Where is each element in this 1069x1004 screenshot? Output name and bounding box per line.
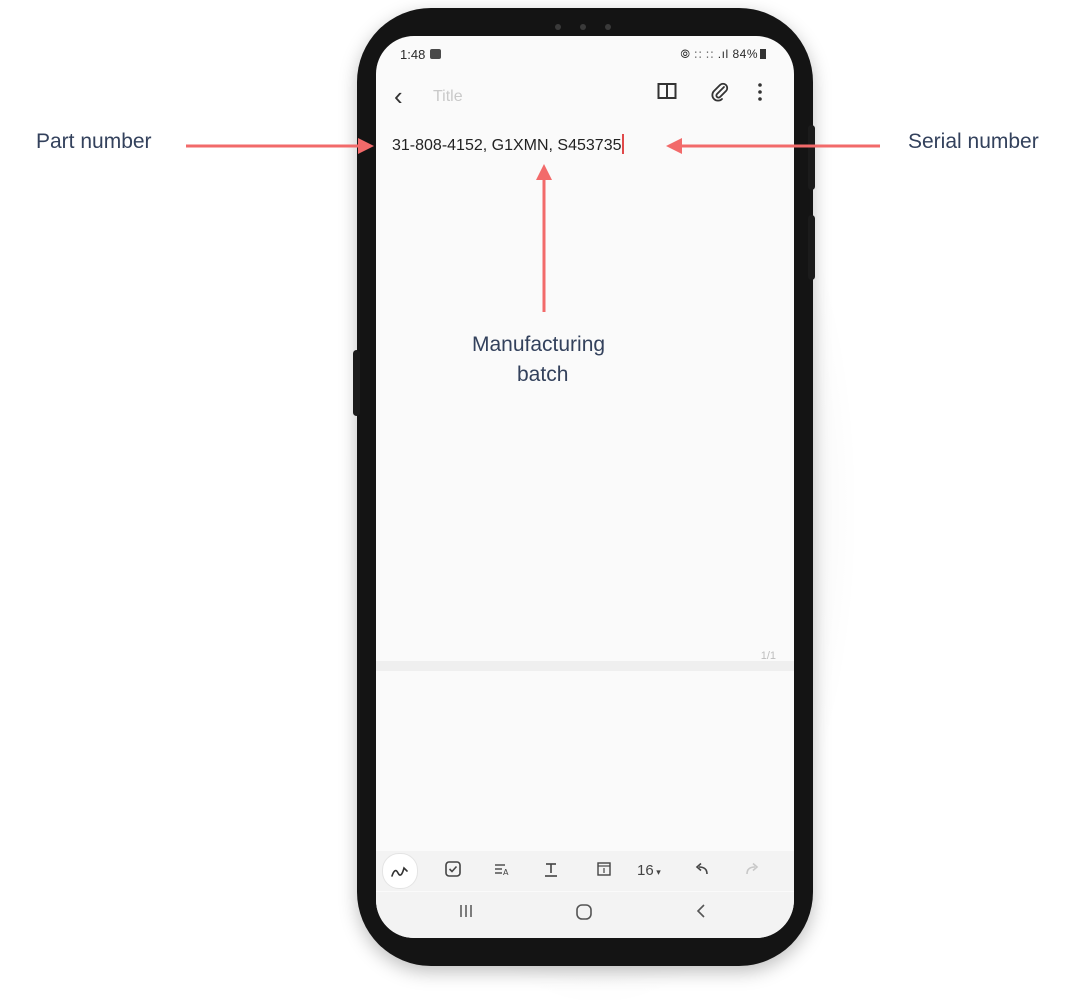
manufacturing-batch-label-line1: Manufacturing xyxy=(472,333,606,356)
notification-icon xyxy=(430,49,441,59)
redo-icon[interactable] xyxy=(743,860,761,881)
camera-dot xyxy=(605,24,611,30)
system-nav-bar xyxy=(376,892,794,938)
text-style-icon[interactable]: A xyxy=(493,860,511,881)
text-format-icon[interactable] xyxy=(542,860,560,881)
pen-button[interactable] xyxy=(382,853,418,889)
page-divider xyxy=(376,661,794,671)
manufacturing-batch-label-line2: batch xyxy=(517,363,569,386)
status-time: 1:48 xyxy=(400,47,426,62)
battery-icon xyxy=(760,49,766,59)
part-number-label: Part number xyxy=(36,130,152,153)
caret-down-icon: ▾ xyxy=(653,867,661,877)
recents-icon[interactable] xyxy=(458,903,474,924)
font-size-dropdown[interactable]: 16 ▾ xyxy=(637,862,661,879)
serial-number-label: Serial number xyxy=(908,130,1039,153)
status-bar: 1:48 ⦾ ∷ ∷ .ıl 84% xyxy=(376,36,794,74)
power-button xyxy=(353,350,360,416)
svg-text:A: A xyxy=(503,868,509,877)
text-box-icon[interactable] xyxy=(595,860,613,881)
volume-up-button xyxy=(808,125,815,190)
more-vertical-icon[interactable] xyxy=(757,82,763,107)
volume-down-button xyxy=(808,215,815,280)
note-body[interactable]: 31-808-4152, G1XMN, S453735 xyxy=(392,134,624,155)
undo-icon[interactable] xyxy=(693,860,711,881)
paperclip-icon[interactable] xyxy=(710,82,730,107)
phone-screen: 1:48 ⦾ ∷ ∷ .ıl 84% ‹ 31-808-4152, G1XMN,… xyxy=(376,36,794,938)
camera-dot xyxy=(555,24,561,30)
book-icon[interactable] xyxy=(657,82,677,105)
note-body-text: 31-808-4152, G1XMN, S453735 xyxy=(392,137,622,154)
camera-dot xyxy=(580,24,586,30)
format-toolbar: A 16 ▾ xyxy=(376,851,794,891)
pen-icon xyxy=(391,866,408,877)
home-icon[interactable] xyxy=(575,903,593,926)
text-cursor xyxy=(622,134,624,154)
title-input[interactable] xyxy=(431,85,595,109)
font-size-value: 16 xyxy=(637,862,654,879)
battery-percent: 84% xyxy=(732,47,758,61)
checkbox-icon[interactable] xyxy=(444,860,462,881)
chevron-left-icon[interactable]: ‹ xyxy=(394,81,403,112)
note-canvas[interactable] xyxy=(376,671,794,851)
signal-icons: ⦾ ∷ ∷ .ıl xyxy=(680,47,733,61)
back-icon[interactable] xyxy=(693,903,709,924)
status-icons: ⦾ ∷ ∷ .ıl 84% xyxy=(680,47,766,62)
note-toolbar: ‹ xyxy=(376,74,794,124)
